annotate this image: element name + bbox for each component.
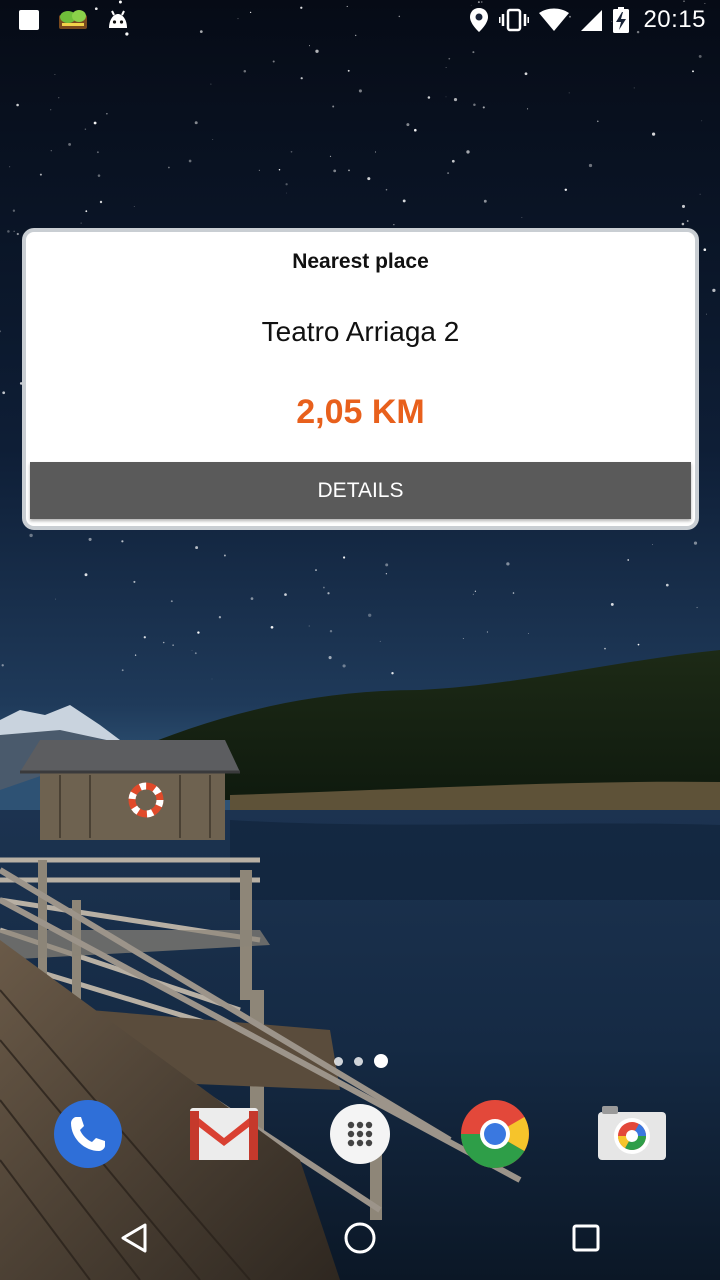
camera-icon	[596, 1098, 668, 1175]
status-bar: 20:15	[0, 0, 720, 40]
status-clock: 20:15	[643, 6, 706, 33]
notification-square-icon	[18, 9, 40, 31]
page-indicator	[334, 1054, 388, 1068]
home-button[interactable]	[334, 1218, 386, 1262]
recents-button[interactable]	[560, 1218, 612, 1262]
chrome-icon	[459, 1098, 531, 1175]
wifi-icon	[539, 8, 570, 32]
vibrate-icon	[499, 8, 530, 32]
app-drawer-icon	[324, 1098, 396, 1175]
home-icon	[343, 1221, 377, 1260]
cell-signal-icon	[579, 8, 603, 32]
wallpaper	[0, 0, 720, 1280]
app-notification-icon	[58, 9, 88, 31]
recents-icon	[571, 1223, 601, 1258]
back-icon	[119, 1222, 149, 1259]
app-drawer-button[interactable]	[324, 1100, 396, 1172]
camera-app-button[interactable]	[596, 1100, 668, 1172]
chrome-app-button[interactable]	[459, 1098, 531, 1175]
navigation-bar	[0, 1200, 720, 1280]
place-name: Teatro Arriaga 2	[261, 316, 460, 347]
status-left-icons	[18, 9, 130, 31]
phone-icon	[52, 1098, 124, 1175]
status-right-icons: 20:15	[469, 6, 706, 34]
page-dot	[354, 1056, 363, 1066]
phone-app-button[interactable]	[52, 1098, 124, 1175]
page-dot-active	[374, 1054, 388, 1068]
location-icon	[469, 7, 489, 33]
gmail-icon	[188, 1098, 260, 1175]
back-button[interactable]	[108, 1218, 160, 1262]
gmail-app-button[interactable]	[188, 1100, 260, 1172]
nearest-place-widget[interactable]: Nearest place Teatro Arriaga 2 2,05 KM D…	[22, 228, 699, 530]
details-button[interactable]: DETAILS	[30, 462, 691, 519]
battery-charging-icon	[613, 7, 630, 33]
widget-title: Nearest place	[292, 250, 429, 273]
page-dot	[334, 1056, 343, 1066]
place-distance: 2,05 KM	[296, 392, 425, 431]
android-debug-icon	[106, 9, 130, 31]
